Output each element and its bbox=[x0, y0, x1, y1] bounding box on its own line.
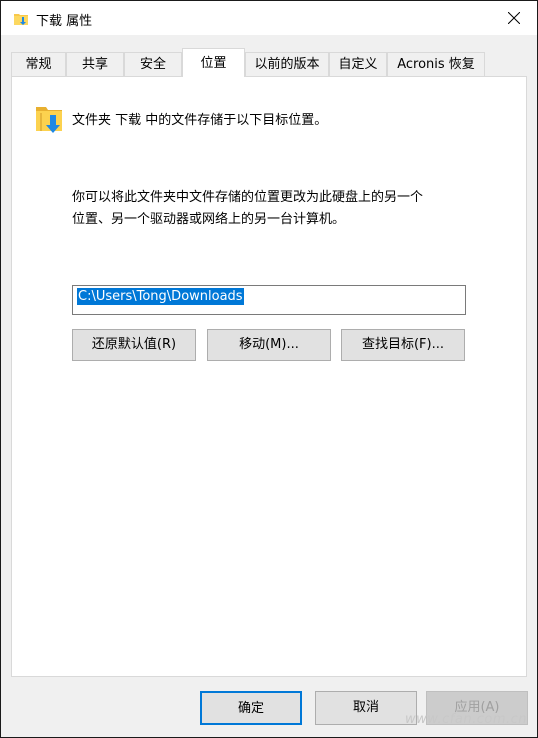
move-button[interactable]: 移动(M)... bbox=[207, 329, 331, 361]
window-title: 下载 属性 bbox=[36, 14, 93, 29]
restore-default-button[interactable]: 还原默认值(R) bbox=[72, 329, 196, 361]
description-line-2: 位置、另一个驱动器或网络上的另一台计算机。 bbox=[72, 212, 346, 227]
watermark: www.cfan.com.cn bbox=[404, 712, 527, 727]
cancel-button[interactable]: 取消 bbox=[315, 691, 417, 725]
close-icon bbox=[508, 12, 520, 24]
downloads-folder-icon bbox=[14, 14, 28, 25]
properties-dialog: 下载 属性 常规 共享 安全 位置 以前的版本 自定义 Acronis 恢复 文… bbox=[0, 0, 538, 738]
description-line-1: 你可以将此文件夹中文件存储的位置更改为此硬盘上的另一个 bbox=[72, 190, 424, 205]
location-description: 你可以将此文件夹中文件存储的位置更改为此硬盘上的另一个 位置、另一个驱动器或网络… bbox=[72, 187, 492, 231]
downloads-folder-icon bbox=[36, 107, 62, 133]
location-panel: 文件夹 下载 中的文件存储于以下目标位置。 你可以将此文件夹中文件存储的位置更改… bbox=[11, 76, 527, 677]
ok-button[interactable]: 确定 bbox=[200, 691, 302, 725]
tab-general[interactable]: 常规 bbox=[11, 52, 66, 76]
tab-previous-versions[interactable]: 以前的版本 bbox=[245, 52, 329, 76]
find-target-button[interactable]: 查找目标(F)... bbox=[341, 329, 465, 361]
tab-acronis-recovery[interactable]: Acronis 恢复 bbox=[387, 52, 485, 76]
tab-customize[interactable]: 自定义 bbox=[329, 52, 387, 76]
tab-sharing[interactable]: 共享 bbox=[66, 52, 124, 76]
title-bar[interactable]: 下载 属性 bbox=[1, 1, 537, 35]
location-header: 文件夹 下载 中的文件存储于以下目标位置。 bbox=[72, 113, 328, 128]
tab-location[interactable]: 位置 bbox=[182, 48, 245, 77]
target-path-input[interactable]: C:\Users\Tong\Downloads bbox=[72, 285, 466, 315]
close-button[interactable] bbox=[491, 1, 537, 35]
target-path-text: C:\Users\Tong\Downloads bbox=[77, 288, 244, 305]
tab-security[interactable]: 安全 bbox=[124, 52, 182, 76]
